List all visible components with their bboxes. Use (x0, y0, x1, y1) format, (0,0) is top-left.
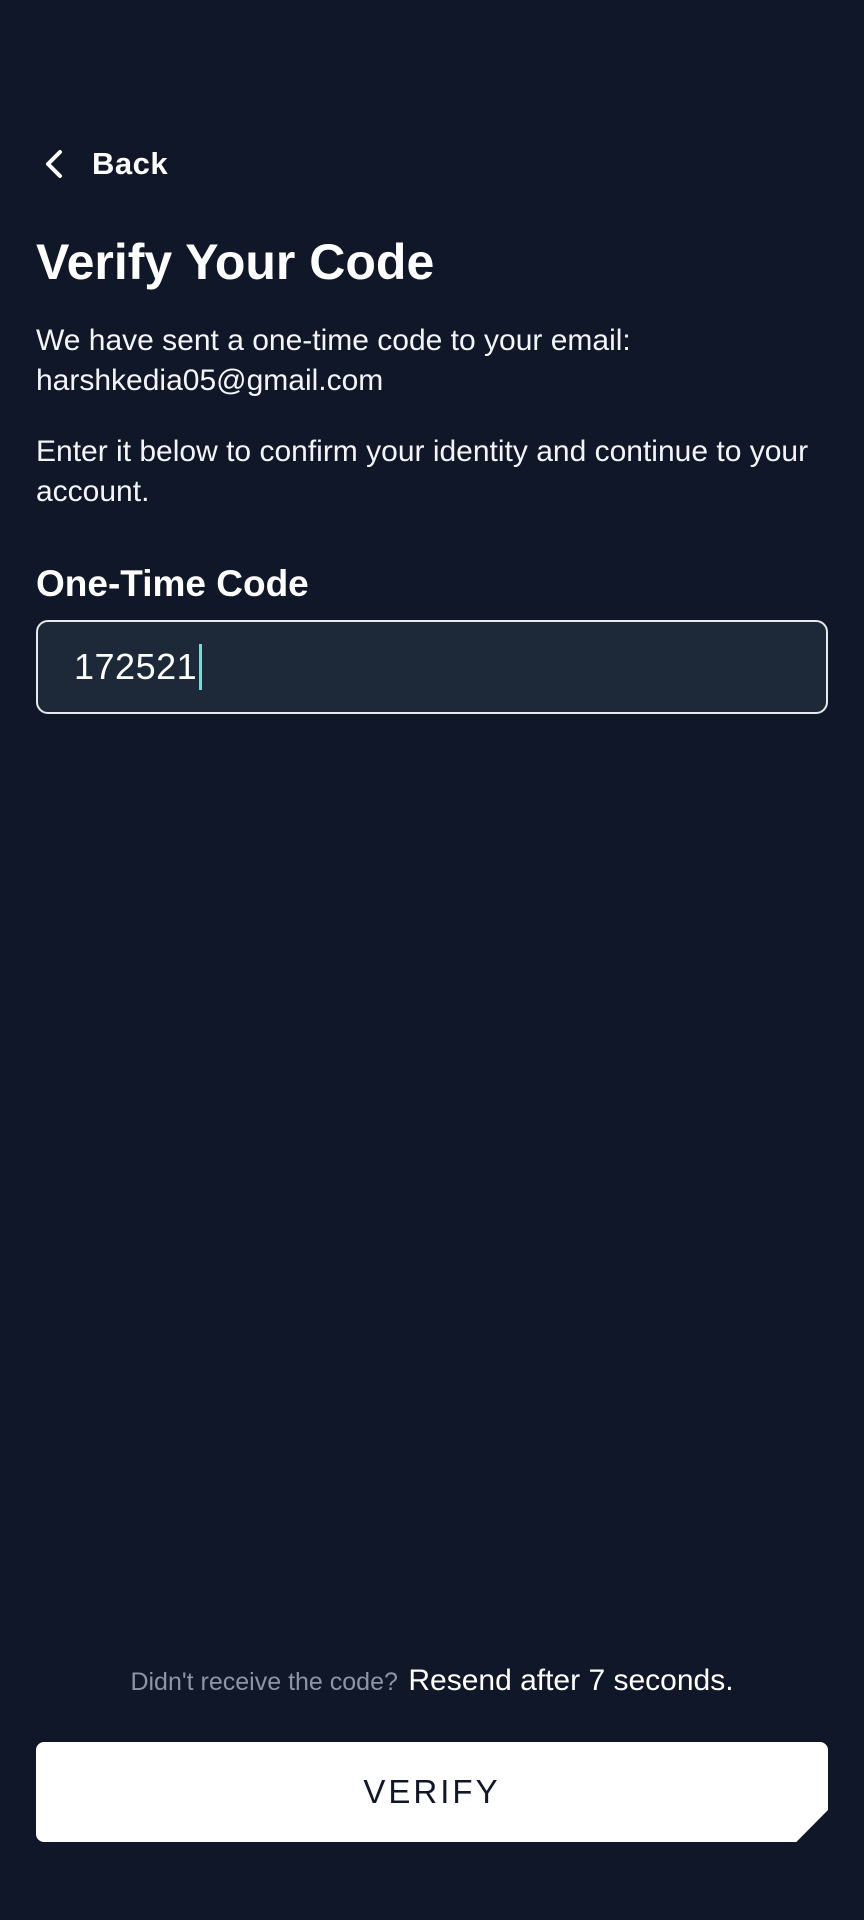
instruction-text: Enter it below to confirm your identity … (36, 435, 809, 508)
resend-prompt: Didn't receive the code? (130, 1668, 398, 1696)
sent-code-message: We have sent a one-time code to your ema… (36, 321, 826, 401)
resend-row: Didn't receive the code? Resend after 7 … (0, 1664, 864, 1698)
back-button[interactable]: Back (36, 138, 168, 190)
back-label: Back (92, 146, 169, 181)
verify-button-label: VERIFY (363, 1773, 501, 1810)
one-time-code-input[interactable]: 172521 (36, 620, 828, 714)
resend-timer: Resend after 7 seconds. (408, 1664, 734, 1697)
text-caret (199, 644, 203, 690)
code-value: 172521 (74, 646, 198, 687)
verify-button[interactable]: VERIFY (36, 1742, 828, 1842)
chevron-left-icon (36, 145, 74, 183)
page-title: Verify Your Code (36, 234, 435, 290)
sent-code-text: We have sent a one-time code to your ema… (36, 324, 631, 357)
email-address: harshkedia05@gmail.com (36, 364, 384, 397)
code-field-label: One-Time Code (36, 563, 309, 604)
